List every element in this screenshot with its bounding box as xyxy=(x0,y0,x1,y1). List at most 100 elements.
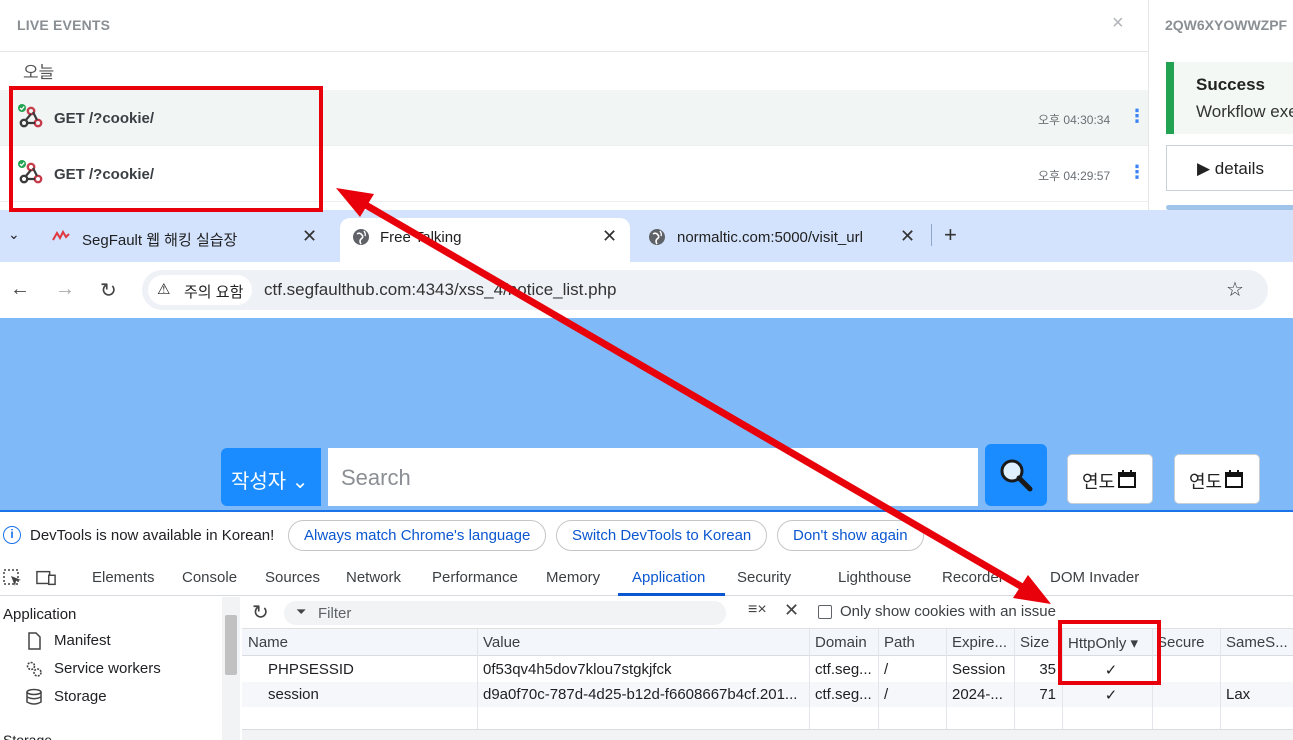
sidebar-item-label: Service workers xyxy=(54,660,161,677)
column-divider xyxy=(878,629,879,729)
sidebar-scrollbar[interactable] xyxy=(222,597,240,740)
table-row[interactable]: session d9a0f70c-787d-4d25-b12d-f6608667… xyxy=(242,682,1293,707)
end-date-input[interactable]: 연도 xyxy=(1174,454,1260,504)
col-domain[interactable]: Domain xyxy=(815,634,877,651)
switch-to-korean-button[interactable]: Switch DevTools to Korean xyxy=(556,520,767,551)
always-match-language-button[interactable]: Always match Chrome's language xyxy=(288,520,546,551)
more-options-icon[interactable]: ⋮ xyxy=(1128,106,1146,127)
dont-show-again-button[interactable]: Don't show again xyxy=(777,520,924,551)
sidebar-item-label: Manifest xyxy=(54,632,111,649)
screenshot-root: LIVE EVENTS × 오늘 GET /?cookie/ 오후 04:30:… xyxy=(0,0,1293,740)
tab-segfault[interactable]: SegFault 웹 해킹 실습장 ✕ xyxy=(36,218,336,262)
calendar-icon[interactable] xyxy=(1117,469,1137,489)
only-issue-label: Only show cookies with an issue xyxy=(840,603,1056,620)
tab-performance[interactable]: Performance xyxy=(432,569,518,586)
success-alert: Success Workflow exe xyxy=(1166,62,1293,134)
tab-network[interactable]: Network xyxy=(346,569,401,586)
event-time: 오후 04:29:57 xyxy=(1038,169,1111,183)
date-placeholder: 연도 xyxy=(1189,472,1223,492)
active-tab-indicator xyxy=(618,593,725,596)
column-divider xyxy=(477,629,478,729)
cookie-domain: ctf.seg... xyxy=(815,661,872,678)
workflow-side-panel: 2QW6XYOWWZPF Success Workflow exe ▶ deta… xyxy=(1148,0,1293,210)
search-button[interactable] xyxy=(985,444,1047,506)
delete-selected-icon[interactable]: ✕ xyxy=(784,600,799,621)
live-events-header: LIVE EVENTS × xyxy=(0,0,1148,52)
button-label: Always match Chrome's language xyxy=(304,527,531,544)
browser-tab-strip: ⌄ SegFault 웹 해킹 실습장 ✕ Free Talking ✕ nor… xyxy=(0,210,1293,262)
search-icon xyxy=(1000,459,1033,492)
tab-memory[interactable]: Memory xyxy=(546,569,600,586)
tab-dom-invader[interactable]: DOM Invader xyxy=(1050,569,1139,586)
start-date-input[interactable]: 연도 xyxy=(1067,454,1153,504)
author-filter-dropdown[interactable]: 작성자 ⌄ xyxy=(221,448,321,506)
devtools-language-infobar: i DevTools is now available in Korean! A… xyxy=(0,510,1293,558)
annotation-highlight-httponly xyxy=(1058,620,1161,685)
scrollbar-thumb[interactable] xyxy=(225,615,237,675)
refresh-icon[interactable]: ↻ xyxy=(252,600,269,625)
success-title: Success xyxy=(1196,75,1265,94)
tab-label: SegFault 웹 해킹 실습장 xyxy=(82,232,238,249)
column-divider xyxy=(946,629,947,729)
only-issue-checkbox[interactable] xyxy=(818,605,832,619)
address-bar[interactable]: ⚠ 주의 요함 ctf.segfaulthub.com:4343/xss_4/n… xyxy=(142,270,1268,310)
calendar-icon[interactable] xyxy=(1224,469,1244,489)
column-divider xyxy=(1014,629,1015,729)
clear-filtered-cookies-icon[interactable]: ≡× xyxy=(748,601,767,619)
search-input[interactable]: Search xyxy=(328,448,978,506)
bookmark-star-icon[interactable]: ☆ xyxy=(1226,277,1244,302)
button-label: Don't show again xyxy=(793,527,908,544)
col-secure[interactable]: Secure xyxy=(1157,634,1219,651)
tab-application[interactable]: Application xyxy=(632,569,705,586)
back-arrow-icon[interactable]: ← xyxy=(10,278,30,301)
cookie-samesite: Lax xyxy=(1226,686,1251,703)
close-tab-icon[interactable]: ✕ xyxy=(302,226,317,247)
cookie-path: / xyxy=(884,686,889,703)
globe-icon xyxy=(353,229,369,245)
new-tab-plus-icon[interactable]: + xyxy=(944,222,957,248)
sidebar-item-label: Storage xyxy=(54,688,107,705)
tab-elements[interactable]: Elements xyxy=(92,569,155,586)
cookie-name: PHPSESSID xyxy=(268,661,354,678)
annotation-highlight-events xyxy=(9,86,323,212)
live-events-title: LIVE EVENTS xyxy=(17,17,111,33)
sidebar-section-storage: Storage xyxy=(3,732,53,740)
tab-lighthouse[interactable]: Lighthouse xyxy=(838,569,911,586)
tab-security[interactable]: Security xyxy=(737,569,791,586)
close-tab-icon[interactable]: ✕ xyxy=(602,226,617,247)
tab-recorder[interactable]: Recorder xyxy=(942,569,1004,586)
url-text[interactable]: ctf.segfaulthub.com:4343/xss_4/notice_li… xyxy=(264,280,617,300)
tab-sources[interactable]: Sources xyxy=(265,569,320,586)
col-name[interactable]: Name xyxy=(248,634,473,651)
tab-search-chevron-icon[interactable]: ⌄ xyxy=(8,226,20,243)
forward-arrow-icon[interactable]: → xyxy=(55,278,75,301)
success-text: Workflow exe xyxy=(1196,102,1293,121)
close-tab-icon[interactable]: ✕ xyxy=(900,226,915,247)
col-path[interactable]: Path xyxy=(884,634,946,651)
infobar-message: DevTools is now available in Korean! xyxy=(30,527,275,544)
details-toggle[interactable]: ▶ details xyxy=(1166,145,1293,191)
cookie-value-pane xyxy=(242,729,1293,740)
cookie-size: 35 xyxy=(1039,661,1056,678)
col-size[interactable]: Size xyxy=(1020,634,1062,651)
device-toolbar-icon[interactable] xyxy=(36,569,56,587)
cookie-filter-input[interactable]: ⏷ Filter xyxy=(284,601,726,625)
security-warning-chip[interactable]: ⚠ 주의 요함 xyxy=(148,275,252,305)
col-samesite[interactable]: SameS... xyxy=(1226,634,1288,651)
tab-visit-url[interactable]: normaltic.com:5000/visit_url ✕ xyxy=(636,218,932,262)
cookie-path: / xyxy=(884,661,889,678)
search-placeholder: Search xyxy=(341,465,411,490)
inspect-element-icon[interactable] xyxy=(3,569,23,587)
col-value[interactable]: Value xyxy=(483,634,803,651)
date-placeholder: 연도 xyxy=(1082,472,1116,492)
close-icon[interactable]: × xyxy=(1112,12,1124,35)
reload-icon[interactable]: ↻ xyxy=(100,278,117,303)
cookie-value: 0f53qv4h5dov7klou7stgkjfck xyxy=(483,661,672,678)
more-options-icon[interactable]: ⋮ xyxy=(1128,162,1146,183)
col-expires[interactable]: Expire... xyxy=(952,634,1014,651)
tab-free-talking[interactable]: Free Talking ✕ xyxy=(340,218,630,262)
segfault-favicon-icon xyxy=(52,229,70,241)
column-divider xyxy=(809,629,810,729)
tab-console[interactable]: Console xyxy=(182,569,237,586)
event-time: 오후 04:30:34 xyxy=(1038,113,1111,127)
